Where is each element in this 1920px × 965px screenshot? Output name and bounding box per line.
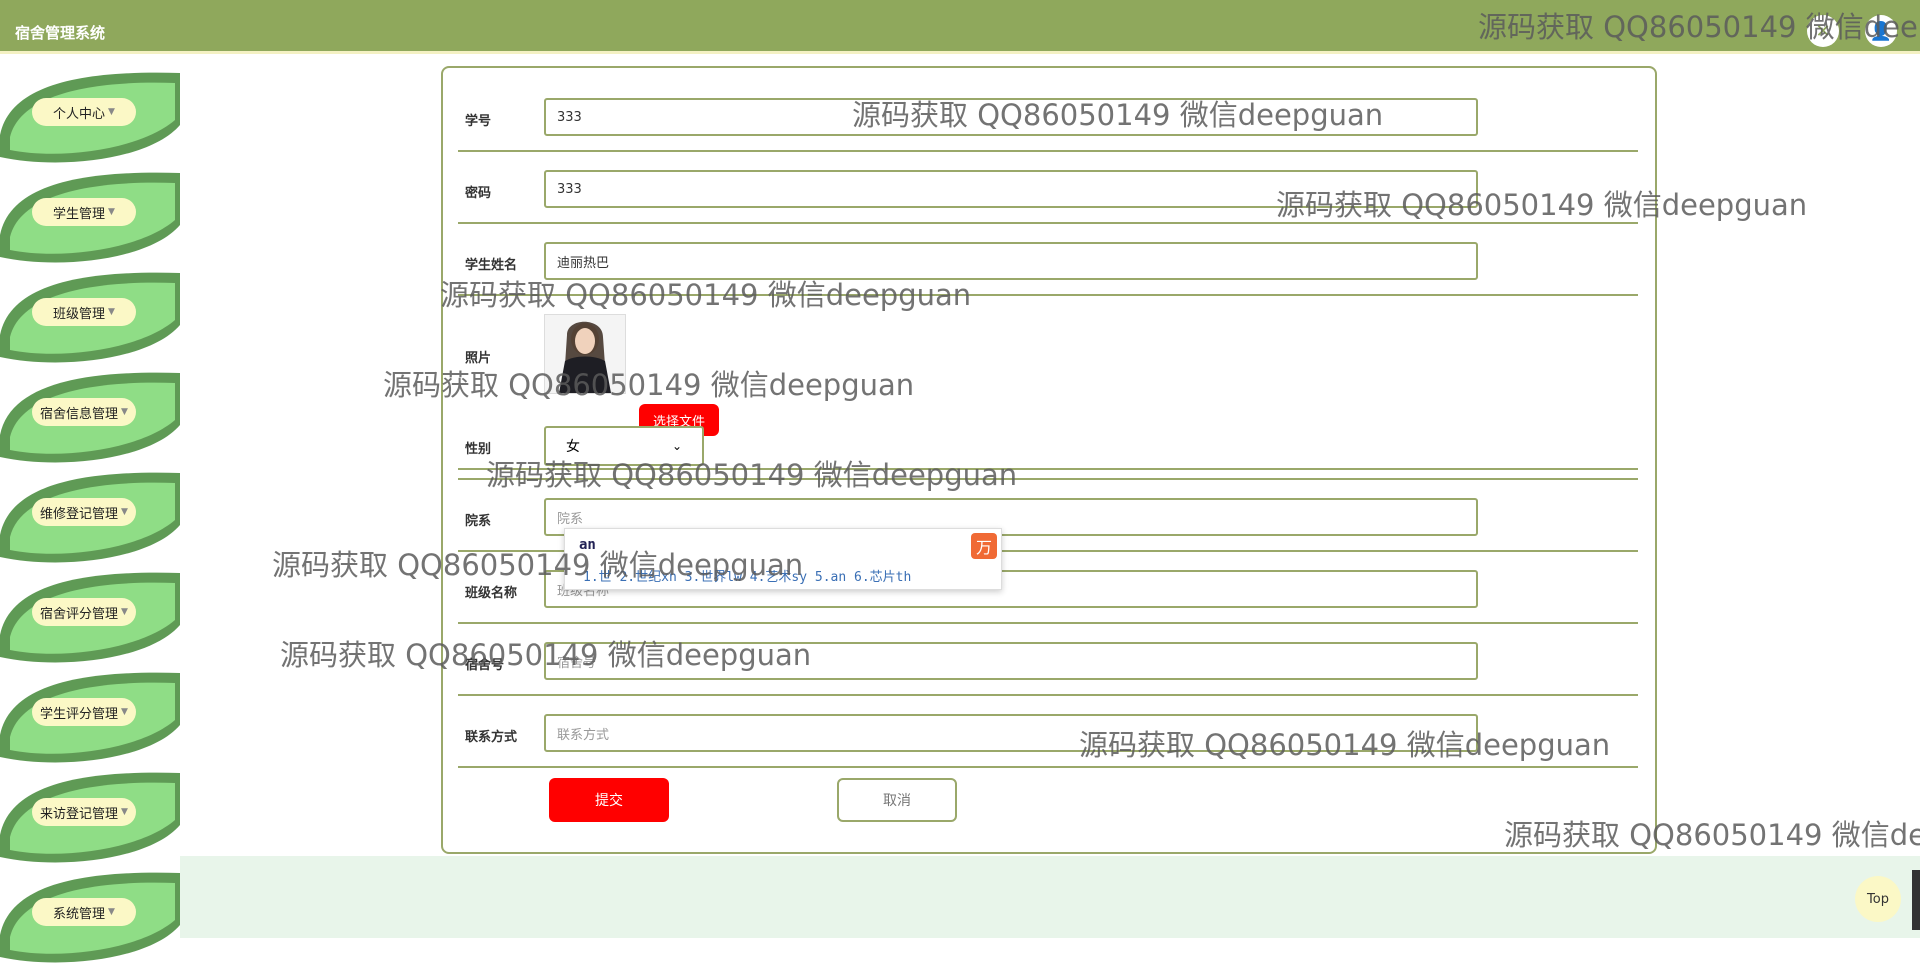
- sidebar: 个人中心 ▼ 学生管理 ▼ 班级管理 ▼ 宿舍信息管理 ▼ 维修登记管理 ▼ 宿舍评分管理…: [0, 57, 182, 963]
- sidebar-item-visitor[interactable]: 来访登记管理 ▼: [0, 765, 182, 865]
- app-title: 宿舍管理系统: [15, 24, 106, 42]
- watermark: 源码获取 QQ86050149 微信deepguan: [440, 278, 972, 312]
- field-label: 联系方式: [465, 730, 518, 745]
- watermark: 源码获取 QQ86050149 微信deepguan: [486, 458, 1018, 492]
- divider: [458, 694, 1638, 696]
- field-label: 班级名称: [465, 586, 518, 601]
- sidebar-item-system[interactable]: 系统管理 ▼: [0, 865, 182, 965]
- sidebar-item-student-management[interactable]: 学生管理 ▼: [0, 165, 182, 265]
- watermark: 源码获取 QQ86050149 微信deepguan: [272, 548, 804, 582]
- watermark: 源码获取 QQ86050149 微信deepguan: [1504, 818, 1920, 852]
- chevron-down-icon: ▼: [121, 707, 128, 717]
- sidebar-item-class-management[interactable]: 班级管理 ▼: [0, 265, 182, 365]
- watermark: 源码获取 QQ86050149 微信deepguan: [383, 368, 915, 402]
- watermark: 源码获取 QQ86050149 微信deepguan: [1079, 728, 1611, 762]
- sidebar-item-label: 来访登记管理: [40, 806, 119, 822]
- field-label: 院系: [465, 514, 492, 529]
- sidebar-item-label: 班级管理: [53, 306, 106, 322]
- sidebar-item-label: 学生评分管理: [40, 706, 119, 722]
- ime-logo-icon: 万: [971, 533, 997, 559]
- sidebar-item-student-score[interactable]: 学生评分管理 ▼: [0, 665, 182, 765]
- sidebar-item-label: 维修登记管理: [40, 506, 119, 522]
- chevron-down-icon: ▼: [121, 807, 128, 817]
- sidebar-item-label: 系统管理: [53, 906, 106, 922]
- watermark: 源码获取 QQ86050149 微信deepguan: [280, 638, 812, 672]
- sidebar-item-label: 宿舍评分管理: [40, 606, 119, 622]
- chevron-down-icon: ▼: [108, 307, 115, 317]
- chevron-down-icon: ▼: [121, 507, 128, 517]
- submit-button[interactable]: 提交: [549, 778, 669, 822]
- sidebar-item-label: 宿舍信息管理: [40, 406, 119, 422]
- watermark: 源码获取 QQ86050149 微信deepguan: [1478, 10, 1920, 44]
- edge-tab: [1912, 870, 1920, 930]
- chevron-down-icon: ▼: [108, 907, 115, 917]
- divider: [458, 622, 1638, 624]
- cancel-button[interactable]: 取消: [837, 778, 957, 822]
- chevron-down-icon: ▼: [108, 107, 115, 117]
- sidebar-item-dorm-score[interactable]: 宿舍评分管理 ▼: [0, 565, 182, 665]
- divider: [458, 150, 1638, 152]
- divider: [458, 766, 1638, 768]
- chevron-down-icon: ▼: [108, 207, 115, 217]
- field-label: 学生姓名: [465, 258, 518, 273]
- sidebar-item-dorm-info[interactable]: 宿舍信息管理 ▼: [0, 365, 182, 465]
- watermark: 源码获取 QQ86050149 微信deepguan: [852, 98, 1384, 132]
- footer-band: [180, 856, 1920, 938]
- sidebar-item-repair[interactable]: 维修登记管理 ▼: [0, 465, 182, 565]
- chevron-down-icon: ⌄: [671, 439, 682, 453]
- chevron-down-icon: ▼: [121, 607, 128, 617]
- sidebar-item-personal-center[interactable]: 个人中心 ▼: [0, 65, 182, 165]
- field-label: 学号: [465, 114, 492, 129]
- sidebar-item-label: 个人中心: [53, 106, 106, 122]
- back-to-top-button[interactable]: Top: [1855, 876, 1901, 922]
- chevron-down-icon: ▼: [121, 407, 128, 417]
- sidebar-item-label: 学生管理: [53, 206, 106, 222]
- watermark: 源码获取 QQ86050149 微信deepguan: [1276, 188, 1808, 222]
- field-label: 密码: [465, 186, 492, 201]
